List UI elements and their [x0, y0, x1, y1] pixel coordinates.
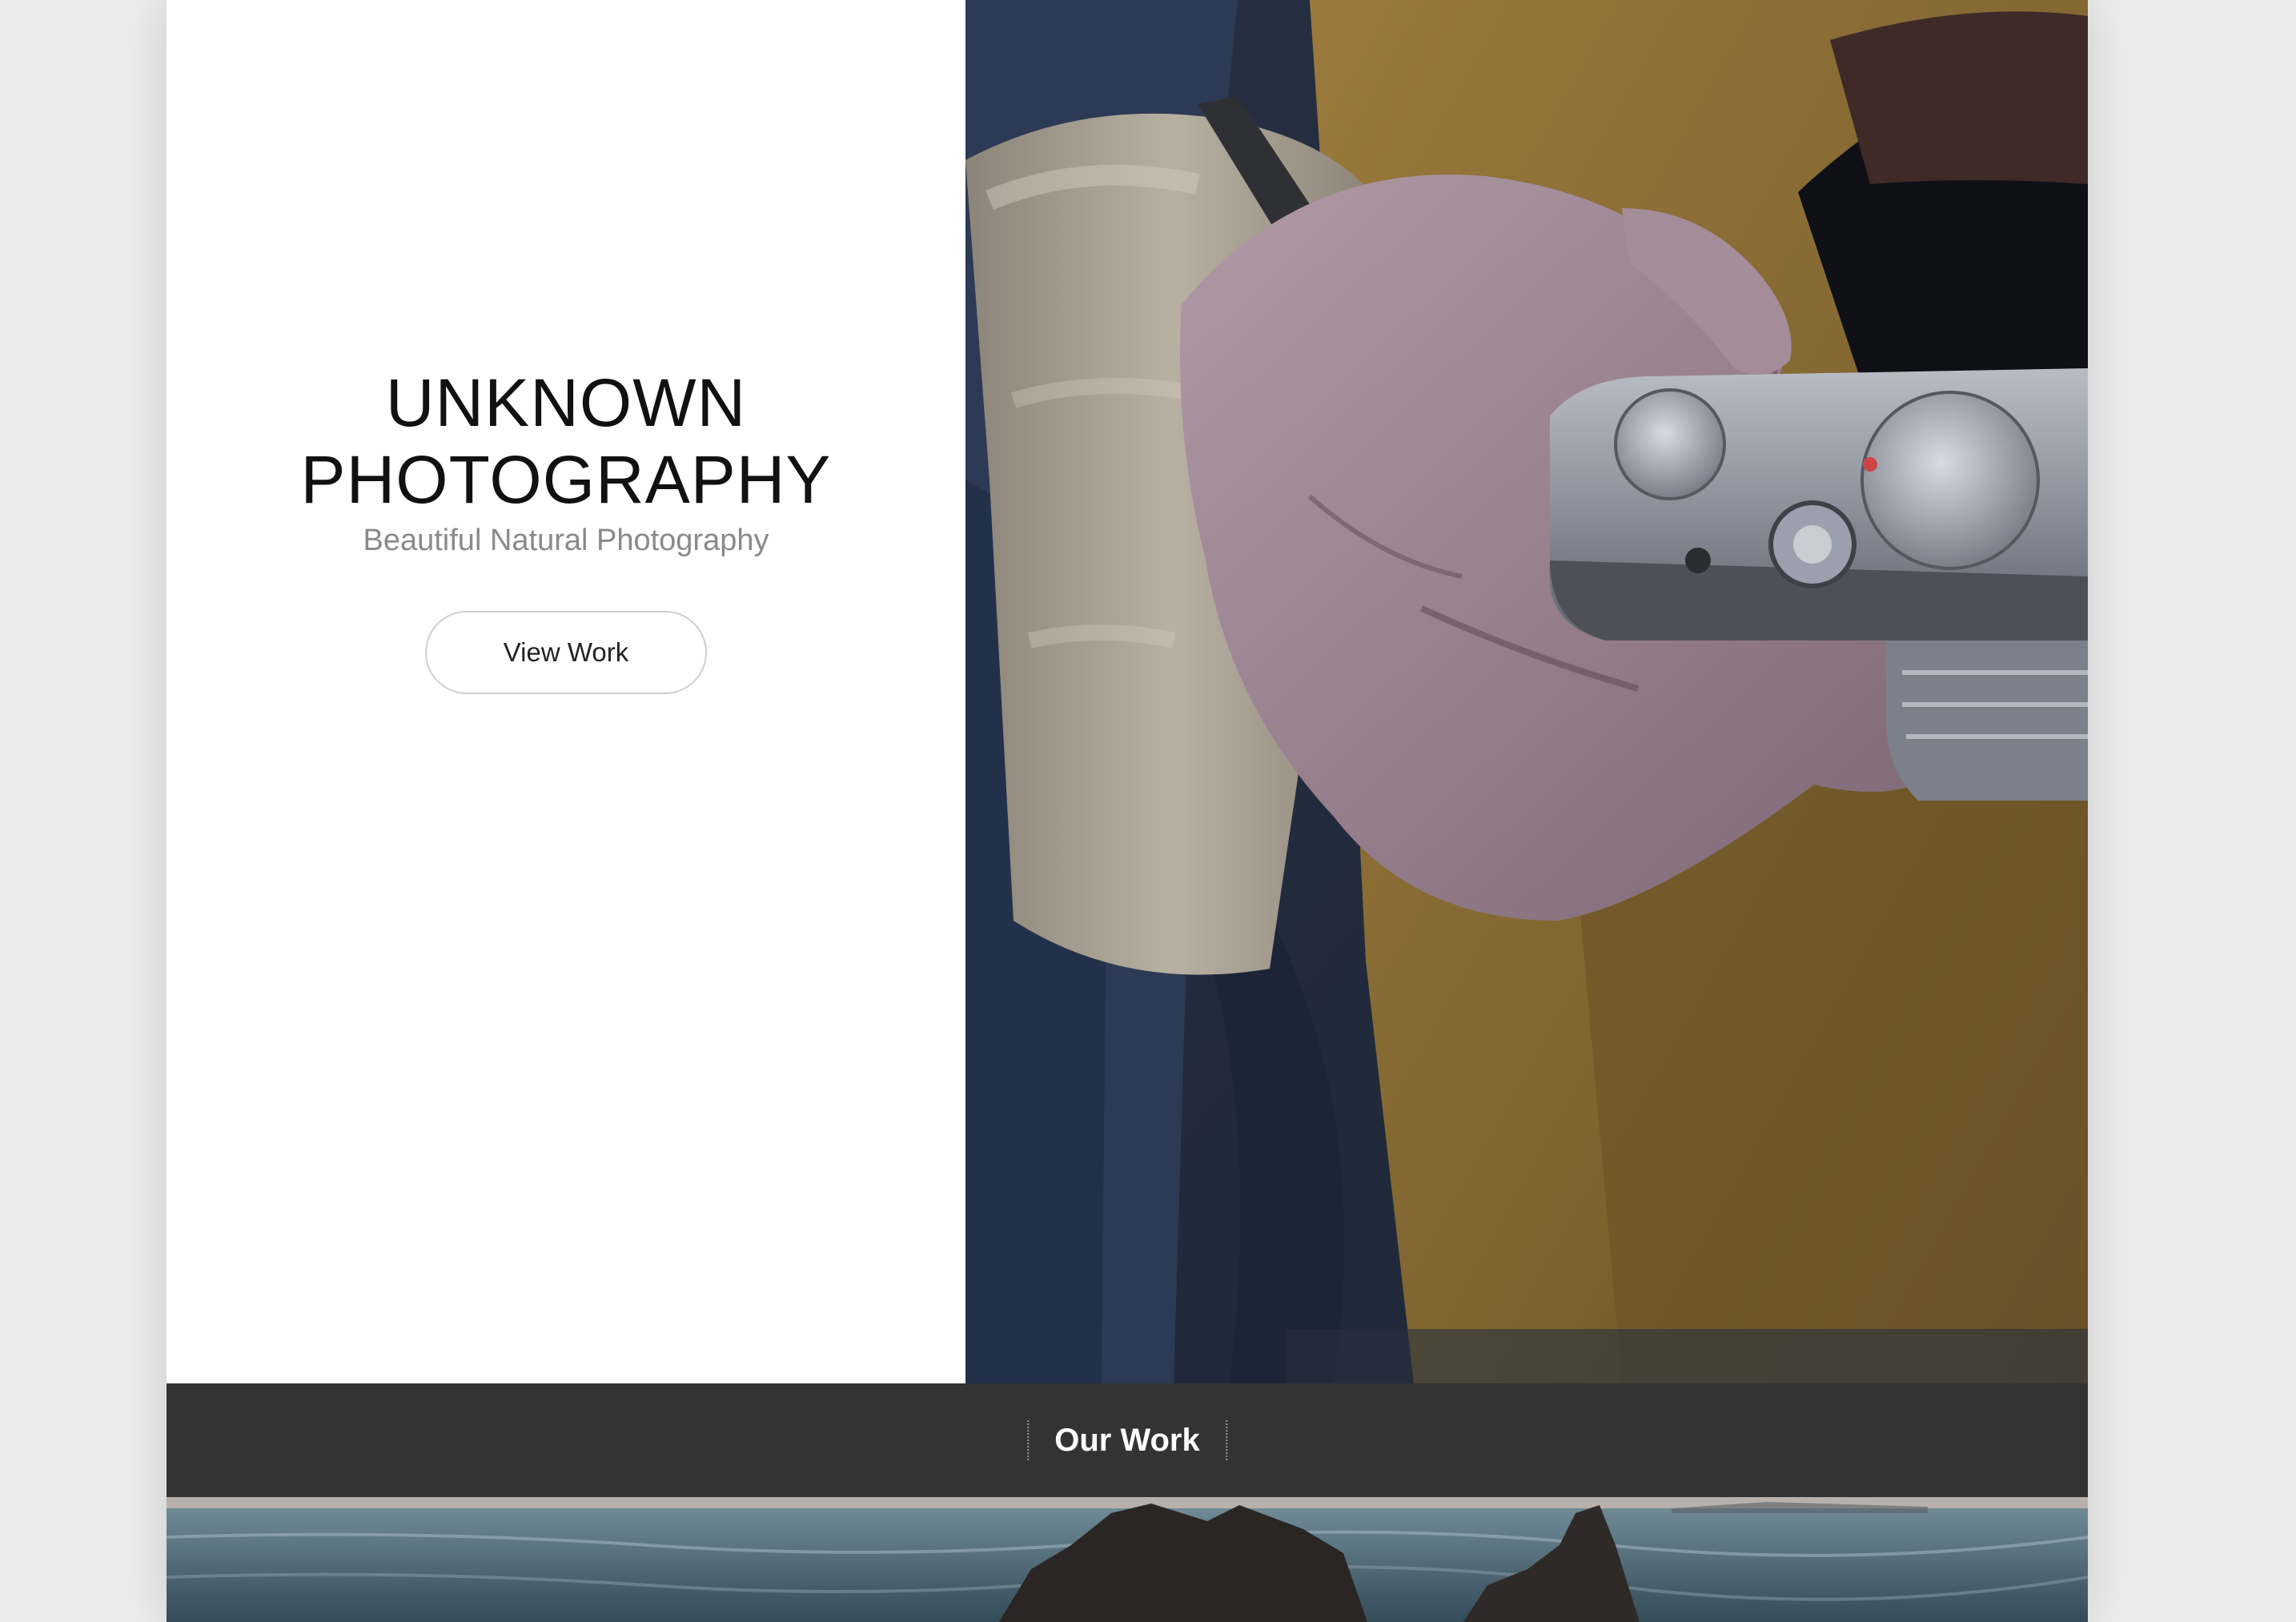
hero-photo-camera [965, 0, 2088, 1383]
hero-section: UNKNOWN PHOTOGRAPHY Beautiful Natural Ph… [167, 0, 2088, 1383]
site-title: UNKNOWN PHOTOGRAPHY [167, 364, 965, 518]
our-work-header-bar: Our Work [167, 1383, 2088, 1497]
brand-block: UNKNOWN PHOTOGRAPHY Beautiful Natural Ph… [167, 364, 965, 694]
hero-text-panel: UNKNOWN PHOTOGRAPHY Beautiful Natural Ph… [167, 0, 965, 1383]
site-title-line-1: UNKNOWN [385, 365, 747, 440]
our-work-heading: Our Work [1027, 1420, 1227, 1460]
page-container: UNKNOWN PHOTOGRAPHY Beautiful Natural Ph… [167, 0, 2088, 1622]
site-title-line-2: PHOTOGRAPHY [300, 442, 832, 517]
view-work-button[interactable]: View Work [425, 611, 707, 694]
work-photo-seascape [167, 1497, 2088, 1622]
site-tagline: Beautiful Natural Photography [363, 524, 769, 557]
